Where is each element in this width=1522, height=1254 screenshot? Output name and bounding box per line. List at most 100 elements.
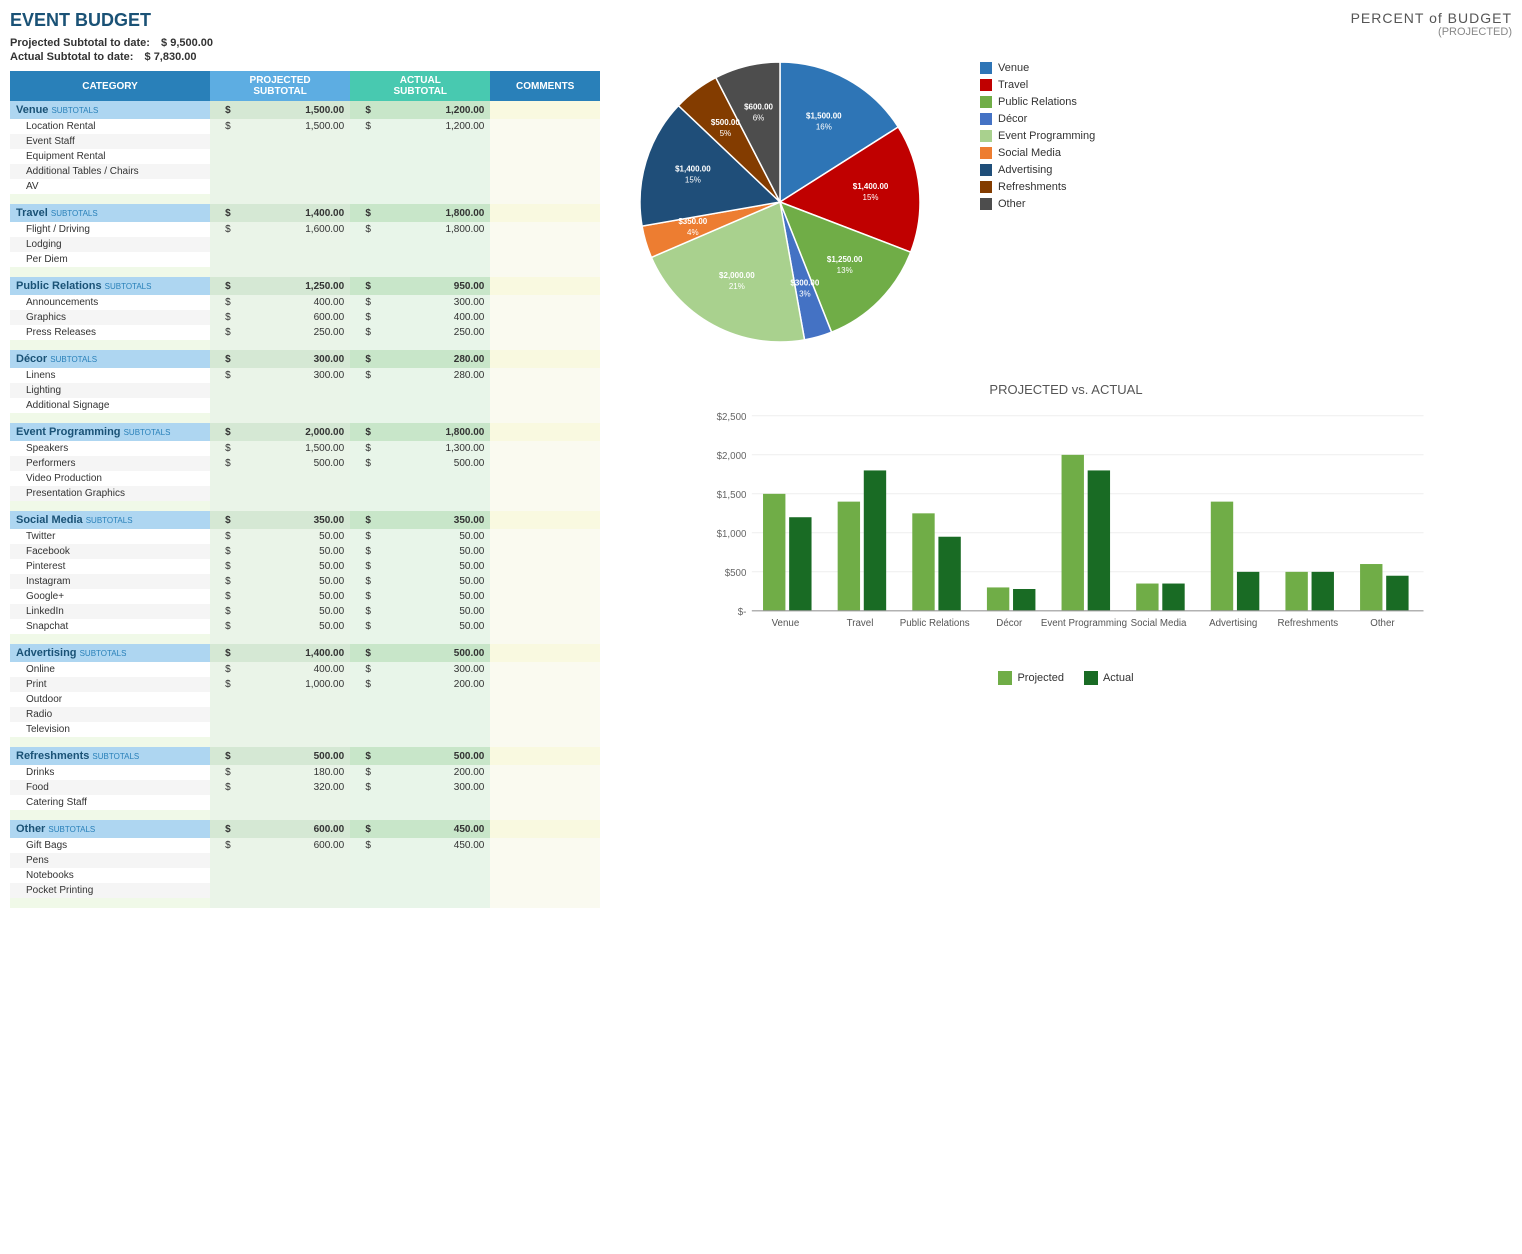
legend-label: Other [998,198,1026,210]
table-row: Instagram $ 50.00 $ 50.00 [10,574,600,589]
bar-legend-color [1084,671,1098,685]
legend-label: Public Relations [998,96,1077,108]
svg-text:Other: Other [1370,618,1395,629]
bar-legend-item: Projected [998,671,1063,685]
subtotal-row: Décor SUBTOTALS $ 300.00 $ 280.00 [10,350,600,368]
legend-label: Décor [998,113,1027,125]
table-row: Catering Staff [10,795,600,810]
pie-chart: $1,500.0016%$1,400.0015%$1,250.0013%$300… [620,42,960,362]
svg-text:$500: $500 [725,568,747,579]
legend-color [980,79,992,91]
legend-item: Advertising [980,164,1095,176]
svg-text:$2,500: $2,500 [717,412,747,423]
svg-text:13%: 13% [837,266,853,275]
table-row: Lodging [10,237,600,252]
svg-text:21%: 21% [729,282,745,291]
svg-text:$2,000.00: $2,000.00 [719,271,755,280]
pie-chart-title: PERCENT of BUDGET [620,10,1512,26]
legend-label: Event Programming [998,130,1095,142]
legend-label: Venue [998,62,1029,74]
table-row: Additional Signage [10,398,600,413]
svg-text:$300.00: $300.00 [790,279,819,288]
actual-subtotal-row: Actual Subtotal to date: $ 7,830.00 [10,51,600,63]
spacer-row [10,737,600,747]
table-row: Radio [10,707,600,722]
left-panel: EVENT BUDGET Projected Subtotal to date:… [10,10,600,908]
bar-legend-label: Projected [1017,672,1063,684]
svg-text:6%: 6% [753,114,765,123]
legend-color [980,181,992,193]
svg-text:16%: 16% [816,122,832,131]
table-row: Speakers $ 1,500.00 $ 1,300.00 [10,441,600,456]
spacer-row [10,810,600,820]
legend-item: Social Media [980,147,1095,159]
table-row: Print $ 1,000.00 $ 200.00 [10,677,600,692]
table-row: Gift Bags $ 600.00 $ 450.00 [10,838,600,853]
svg-text:$-: $- [738,607,747,618]
svg-text:Social Media: Social Media [1131,618,1187,629]
svg-text:5%: 5% [720,129,732,138]
subtotal-row: Event Programming SUBTOTALS $ 2,000.00 $… [10,423,600,441]
legend-item: Other [980,198,1095,210]
svg-text:Venue: Venue [772,618,800,629]
table-row: Television [10,722,600,737]
bar-chart-legend: Projected Actual [620,671,1512,685]
subtotal-row: Refreshments SUBTOTALS $ 500.00 $ 500.00 [10,747,600,765]
spacer-row [10,501,600,511]
legend-label: Travel [998,79,1028,91]
svg-text:$350.00: $350.00 [678,217,707,226]
table-row: Linens $ 300.00 $ 280.00 [10,368,600,383]
budget-table: CATEGORY PROJECTEDSUBTOTAL ACTUALSUBTOTA… [10,71,600,908]
spacer-row [10,194,600,204]
legend-label: Social Media [998,147,1061,159]
table-row: Event Staff [10,134,600,149]
subtotal-row: Venue SUBTOTALS $ 1,500.00 $ 1,200.00 [10,101,600,119]
bar-chart-area: PROJECTED vs. ACTUAL $2,500$2,000$1,500$… [620,382,1512,685]
table-row: Announcements $ 400.00 $ 300.00 [10,295,600,310]
svg-text:Refreshments: Refreshments [1277,618,1338,629]
table-row: AV [10,179,600,194]
spacer-row [10,340,600,350]
table-row: Snapchat $ 50.00 $ 50.00 [10,619,600,634]
legend-color [980,164,992,176]
legend-item: Public Relations [980,96,1095,108]
legend-label: Advertising [998,164,1052,176]
table-row: Twitter $ 50.00 $ 50.00 [10,529,600,544]
table-row: Pinterest $ 50.00 $ 50.00 [10,559,600,574]
svg-text:Travel: Travel [847,618,874,629]
legend-color [980,130,992,142]
spacer-row [10,898,600,908]
table-row: Per Diem [10,252,600,267]
svg-text:$1,400.00: $1,400.00 [675,165,711,174]
svg-text:$1,500.00: $1,500.00 [806,111,842,120]
comments-header: COMMENTS [490,71,600,101]
spacer-row [10,267,600,277]
right-panel: PERCENT of BUDGET (PROJECTED) $1,500.00 1… [610,10,1512,908]
table-row: Flight / Driving $ 1,600.00 $ 1,800.00 [10,222,600,237]
pie-chart-subtitle: (PROJECTED) [620,26,1512,38]
svg-text:Public Relations: Public Relations [900,618,970,629]
legend-color [980,198,992,210]
bar-chart-title: PROJECTED vs. ACTUAL [620,382,1512,397]
table-row: Graphics $ 600.00 $ 400.00 [10,310,600,325]
projected-header: PROJECTEDSUBTOTAL [210,71,350,101]
subtotal-row: Other SUBTOTALS $ 600.00 $ 450.00 [10,820,600,838]
svg-text:4%: 4% [687,228,699,237]
table-row: Video Production [10,471,600,486]
legend-color [980,96,992,108]
legend-item: Venue [980,62,1095,74]
subtotal-row: Advertising SUBTOTALS $ 1,400.00 $ 500.0… [10,644,600,662]
svg-text:3%: 3% [799,290,811,299]
svg-text:Advertising: Advertising [1209,618,1257,629]
legend-label: Refreshments [998,181,1066,193]
table-row: Pocket Printing [10,883,600,898]
table-row: Food $ 320.00 $ 300.00 [10,780,600,795]
table-row: Drinks $ 180.00 $ 200.00 [10,765,600,780]
bar-legend-color [998,671,1012,685]
legend-item: Travel [980,79,1095,91]
table-row: Presentation Graphics [10,486,600,501]
svg-text:$500.00: $500.00 [711,118,740,127]
table-row: Google+ $ 50.00 $ 50.00 [10,589,600,604]
subtotal-row: Travel SUBTOTALS $ 1,400.00 $ 1,800.00 [10,204,600,222]
svg-text:15%: 15% [685,176,701,185]
